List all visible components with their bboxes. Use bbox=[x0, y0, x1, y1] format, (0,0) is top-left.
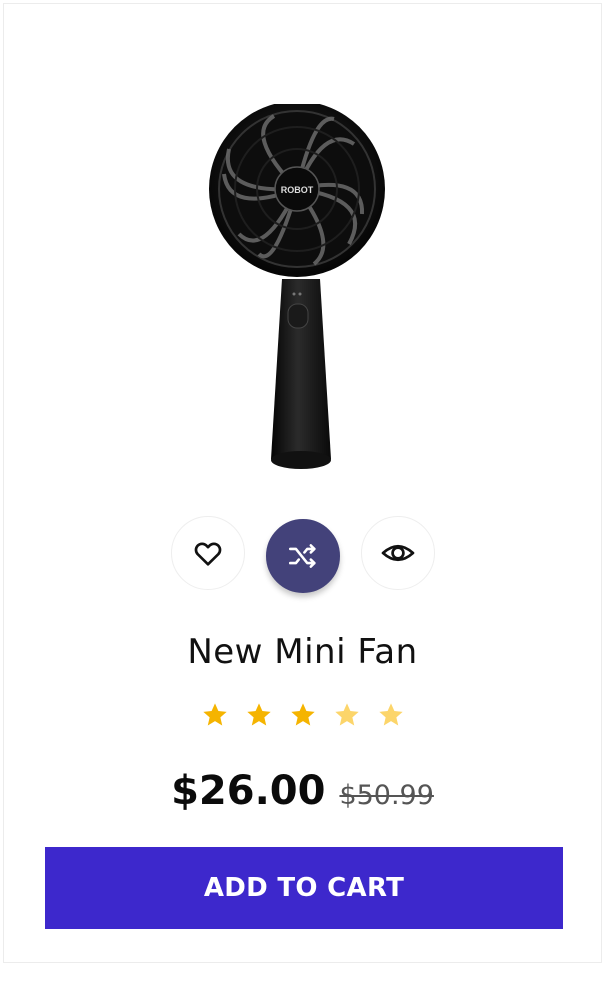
wishlist-button[interactable] bbox=[171, 516, 245, 590]
product-rating bbox=[4, 701, 601, 729]
heart-icon bbox=[194, 542, 222, 566]
svg-text:ROBOT: ROBOT bbox=[281, 185, 314, 195]
product-actions bbox=[4, 516, 601, 596]
eye-icon bbox=[381, 544, 415, 562]
star-icon bbox=[202, 703, 227, 726]
product-image[interactable]: ROBOT bbox=[174, 104, 434, 479]
shuffle-icon bbox=[288, 544, 316, 568]
compare-button[interactable] bbox=[266, 519, 340, 593]
quick-view-button[interactable] bbox=[361, 516, 435, 590]
product-prices: $26.00 $50.99 bbox=[4, 768, 601, 814]
current-price: $26.00 bbox=[171, 768, 326, 814]
old-price: $50.99 bbox=[339, 780, 434, 811]
star-icon bbox=[290, 703, 315, 726]
product-title[interactable]: New Mini Fan bbox=[4, 632, 601, 672]
star-icon bbox=[246, 703, 271, 726]
product-card: ROBOT New Mini Fan $26.00 $50.99 ADD TO … bbox=[3, 3, 602, 963]
add-to-cart-button[interactable]: ADD TO CART bbox=[45, 847, 563, 929]
star-icon bbox=[334, 703, 359, 726]
star-icon bbox=[378, 703, 403, 726]
